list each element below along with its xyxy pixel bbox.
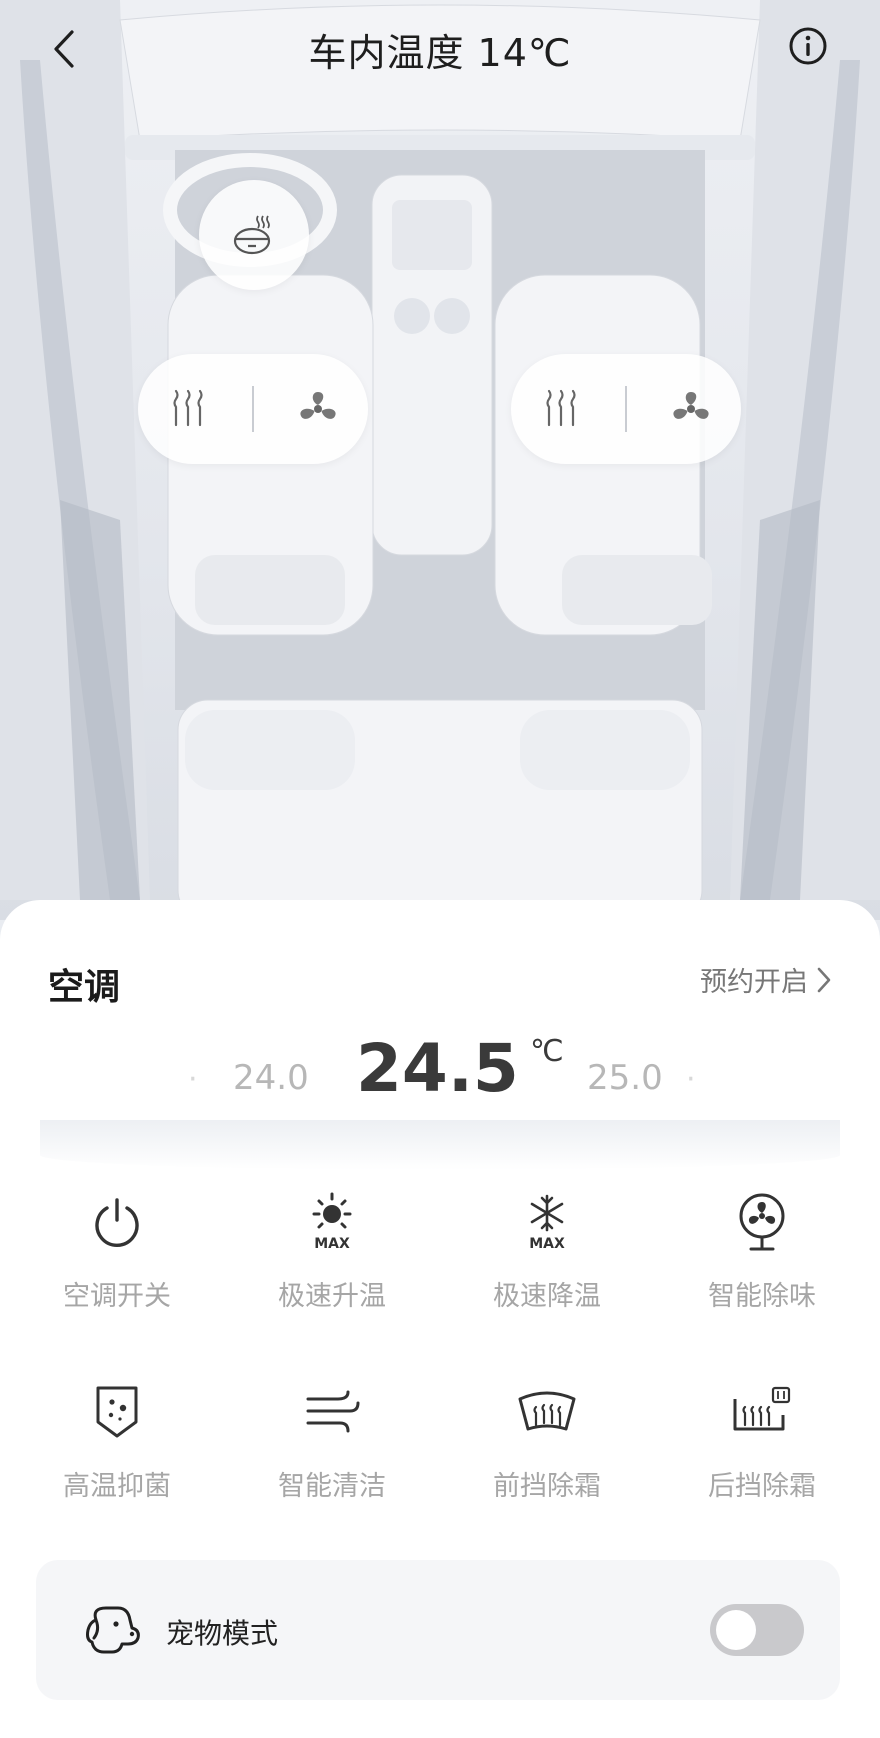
snowflake-max-icon: MAX xyxy=(529,1194,565,1252)
right-seat-vent-button[interactable] xyxy=(656,374,726,444)
rear-defrost-icon xyxy=(733,1386,791,1431)
schedule-button[interactable]: 预约开启 xyxy=(700,960,832,999)
car-interior-view: 车内温度 14℃ xyxy=(0,0,880,920)
car-interior-illustration xyxy=(0,0,880,920)
temperature-previous[interactable]: 24.0 xyxy=(233,1058,309,1098)
pet-mode-label: 宠物模式 xyxy=(166,1617,279,1650)
pet-mode-toggle[interactable] xyxy=(710,1604,804,1656)
picker-shadow xyxy=(40,1120,840,1170)
seat-heat-icon xyxy=(546,389,576,427)
function-label: 前挡除霜 xyxy=(493,1471,601,1502)
shield-bacteria-icon xyxy=(96,1386,138,1438)
steering-wheel-heat-icon xyxy=(233,215,271,255)
sun-max-icon: MAX xyxy=(312,1192,352,1252)
svg-text:MAX: MAX xyxy=(314,1236,350,1252)
left-seat-controls xyxy=(138,354,368,464)
smart-clean-button[interactable]: 智能清洁 xyxy=(252,1380,412,1520)
dog-icon xyxy=(82,1600,142,1660)
picker-edge-right: · xyxy=(686,1062,696,1097)
left-seat-heat-button[interactable] xyxy=(153,374,223,444)
right-seat-heat-button[interactable] xyxy=(526,374,596,444)
power-icon xyxy=(95,1198,139,1247)
divider xyxy=(624,386,627,432)
right-seat-controls xyxy=(511,354,741,464)
deodorize-fan-icon xyxy=(739,1193,785,1251)
front-defrost-button[interactable]: 前挡除霜 xyxy=(467,1380,627,1520)
steering-wheel-heat-button[interactable] xyxy=(199,180,309,290)
svg-text:MAX: MAX xyxy=(529,1236,565,1252)
wind-clean-icon xyxy=(306,1390,360,1433)
function-label: 后挡除霜 xyxy=(708,1471,816,1502)
toggle-knob xyxy=(716,1610,756,1650)
pet-mode-card: 宠物模式 xyxy=(36,1560,840,1700)
divider xyxy=(251,386,254,432)
high-temp-sterilize-button[interactable]: 高温抑菌 xyxy=(37,1380,197,1520)
picker-edge-left: · xyxy=(188,1062,198,1097)
rapid-heat-button[interactable]: MAX 极速升温 xyxy=(252,1190,412,1330)
fan-icon xyxy=(300,392,336,419)
info-button[interactable] xyxy=(788,26,828,66)
function-label: 智能清洁 xyxy=(278,1471,386,1502)
chevron-right-icon xyxy=(817,967,831,992)
smart-deodorize-button[interactable]: 智能除味 xyxy=(682,1190,842,1330)
function-label: 高温抑菌 xyxy=(63,1471,171,1502)
temperature-picker[interactable]: · 24.0 24.5 ℃ 25.0 · xyxy=(40,1030,840,1170)
info-circle-icon xyxy=(789,27,827,65)
left-seat-vent-button[interactable] xyxy=(283,374,353,444)
navigation-bar: 车内温度 14℃ xyxy=(0,0,880,100)
function-label: 极速降温 xyxy=(493,1281,601,1312)
ac-power-button[interactable]: 空调开关 xyxy=(37,1190,197,1330)
front-defrost-icon xyxy=(518,1391,576,1431)
page-title: 车内温度 14℃ xyxy=(308,31,572,75)
rear-defrost-button[interactable]: 后挡除霜 xyxy=(682,1380,842,1520)
temperature-unit: ℃ xyxy=(530,1034,564,1069)
rapid-cool-button[interactable]: MAX 极速降温 xyxy=(467,1190,627,1330)
schedule-label: 预约开启 xyxy=(700,967,808,998)
seat-heat-icon xyxy=(173,389,203,427)
fan-icon xyxy=(673,392,709,419)
function-label: 智能除味 xyxy=(708,1281,816,1312)
ac-control-sheet: 空调 预约开启 · 24.0 24.5 ℃ 25.0 · 空调开关 MAX 极速… xyxy=(0,900,880,1738)
temperature-current: 24.5 xyxy=(356,1030,519,1107)
function-label: 空调开关 xyxy=(63,1281,171,1312)
function-label: 极速升温 xyxy=(278,1281,386,1312)
ac-section-title: 空调 xyxy=(48,967,121,1008)
temperature-next[interactable]: 25.0 xyxy=(587,1058,663,1098)
